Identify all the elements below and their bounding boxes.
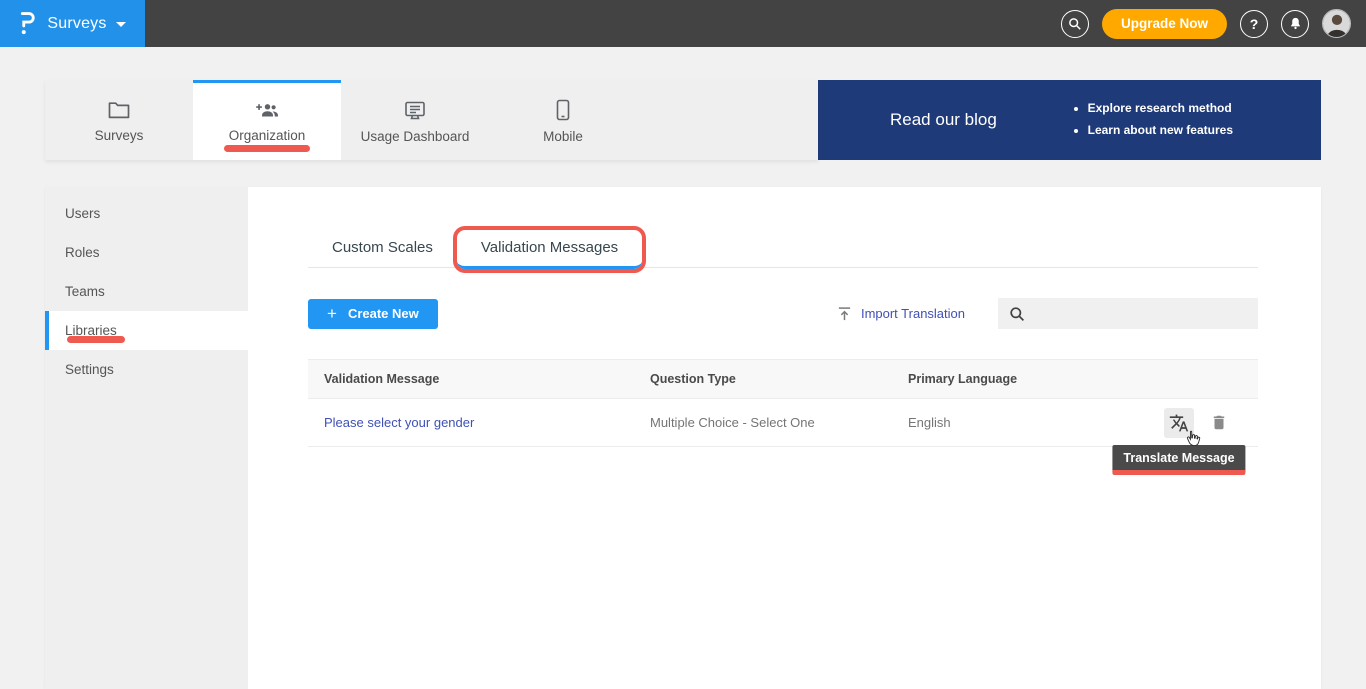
avatar[interactable] (1322, 9, 1351, 38)
library-tabs: Custom Scales Validation Messages (308, 230, 1258, 268)
cursor-pointer-icon (1184, 429, 1201, 451)
nav-tab-label: Mobile (543, 129, 583, 144)
column-header-validation-message: Validation Message (308, 372, 650, 386)
import-icon (837, 306, 852, 322)
validation-messages-table: Validation Message Question Type Primary… (308, 359, 1258, 447)
column-header-primary-language: Primary Language (908, 372, 1134, 386)
table-row: Please select your gender Multiple Choic… (308, 399, 1258, 447)
content-area: Custom Scales Validation Messages + Crea… (248, 187, 1321, 689)
trash-icon (1210, 413, 1228, 432)
chevron-down-icon (116, 22, 126, 27)
top-header: Surveys Upgrade Now ? (0, 0, 1366, 47)
header-actions: Upgrade Now ? (1061, 9, 1366, 39)
sidebar-item-roles[interactable]: Roles (45, 233, 248, 272)
search-icon (1009, 306, 1025, 322)
banner-bullet: Explore research method (1088, 98, 1233, 120)
create-new-button[interactable]: + Create New (308, 299, 438, 329)
translate-message-tooltip: Translate Message (1112, 445, 1245, 475)
row-actions: Translate Message (1134, 408, 1258, 438)
sidebar-item-label: Roles (65, 245, 100, 260)
help-button[interactable]: ? (1240, 10, 1268, 38)
sidebar-item-libraries[interactable]: Libraries (45, 311, 248, 350)
mobile-icon (556, 99, 570, 121)
tab-custom-scales[interactable]: Custom Scales (308, 230, 457, 269)
annotation-underline-libraries (67, 336, 125, 343)
sidebar-item-label: Teams (65, 284, 105, 299)
search-icon (1068, 17, 1082, 31)
import-translation-label: Import Translation (861, 306, 965, 321)
primary-language-value: English (908, 415, 1134, 430)
sidebar: Users Roles Teams Libraries Settings (45, 187, 248, 689)
dashboard-icon (403, 100, 427, 121)
sidebar-item-teams[interactable]: Teams (45, 272, 248, 311)
brand-logo-icon (19, 12, 38, 36)
search-button[interactable] (1061, 10, 1089, 38)
sidebar-item-label: Settings (65, 362, 114, 377)
annotation-underline-organization (224, 145, 310, 152)
delete-message-button[interactable] (1208, 408, 1230, 438)
notifications-button[interactable] (1281, 10, 1309, 38)
product-name: Surveys (47, 15, 106, 33)
nav-tab-usage-dashboard[interactable]: Usage Dashboard (341, 80, 489, 160)
banner-bullet: Learn about new features (1088, 120, 1233, 142)
validation-message-link[interactable]: Please select your gender (324, 415, 474, 430)
main-panel: Users Roles Teams Libraries Settings Cus… (45, 187, 1321, 689)
people-add-icon (254, 100, 280, 120)
import-translation-link[interactable]: Import Translation (837, 306, 965, 322)
sidebar-item-users[interactable]: Users (45, 194, 248, 233)
tab-label: Validation Messages (481, 239, 618, 256)
nav-tab-label: Usage Dashboard (361, 129, 470, 144)
product-switcher[interactable]: Surveys (0, 0, 145, 47)
upgrade-now-button[interactable]: Upgrade Now (1102, 9, 1227, 39)
nav-tab-organization[interactable]: Organization (193, 80, 341, 160)
nav-tab-surveys[interactable]: Surveys (45, 80, 193, 160)
bell-icon (1288, 16, 1303, 31)
column-header-question-type: Question Type (650, 372, 908, 386)
create-new-label: Create New (348, 306, 419, 321)
tab-validation-messages[interactable]: Validation Messages (457, 230, 642, 269)
table-search[interactable] (998, 298, 1258, 329)
question-type-value: Multiple Choice - Select One (650, 415, 908, 430)
folder-icon (107, 100, 131, 120)
plus-icon: + (327, 305, 337, 322)
toolbar: + Create New Import Translation (308, 298, 1258, 329)
sidebar-item-settings[interactable]: Settings (45, 350, 248, 389)
banner-title: Read our blog (890, 110, 997, 130)
banner-bullet-list: Explore research method Learn about new … (1072, 98, 1233, 141)
nav-tab-mobile[interactable]: Mobile (489, 80, 637, 160)
section-tabs: Surveys Organization (45, 80, 818, 160)
section-nav: Surveys Organization (45, 80, 1321, 160)
translate-message-button[interactable]: Translate Message (1164, 408, 1194, 438)
sidebar-item-label: Users (65, 206, 100, 221)
tab-label: Custom Scales (332, 239, 433, 256)
nav-tab-label: Surveys (95, 128, 144, 143)
blog-banner[interactable]: Read our blog Explore research method Le… (818, 80, 1321, 160)
question-mark-icon: ? (1250, 16, 1259, 32)
nav-tab-label: Organization (229, 128, 306, 143)
table-header: Validation Message Question Type Primary… (308, 359, 1258, 399)
search-input[interactable] (1033, 305, 1248, 322)
